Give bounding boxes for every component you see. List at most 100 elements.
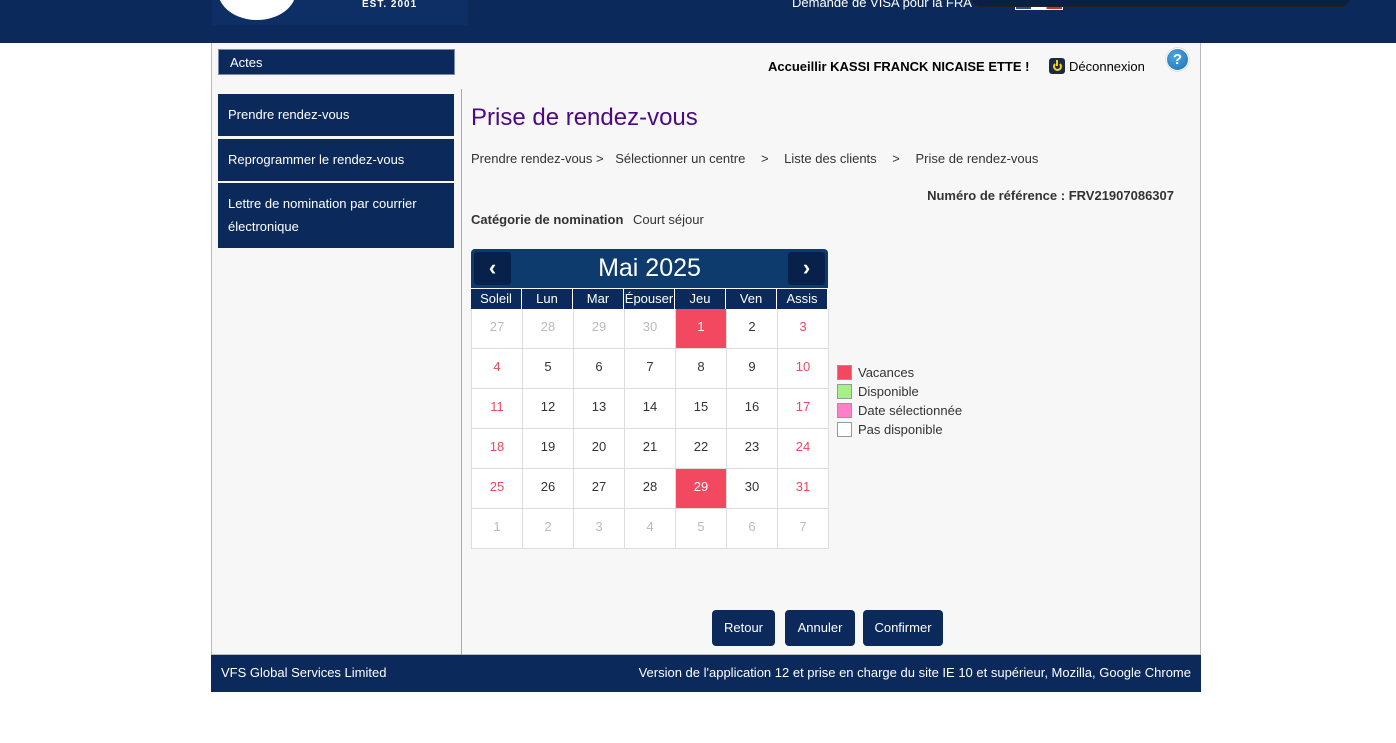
calendar-day[interactable]: 14	[625, 389, 676, 429]
breadcrumb-item-current: Prise de rendez-vous	[915, 151, 1039, 166]
legend-label: Date sélectionnée	[858, 403, 963, 418]
calendar-day[interactable]: 11	[472, 389, 523, 429]
calendar-day: 6	[727, 509, 778, 549]
browser-overlay-bar	[972, 0, 1350, 7]
calendar-day[interactable]: 16	[727, 389, 778, 429]
breadcrumb-item[interactable]: Sélectionner un centre	[615, 151, 745, 166]
weekday-label: Jeu	[675, 289, 726, 309]
breadcrumb-item[interactable]: Liste des clients	[784, 151, 877, 166]
calendar-day[interactable]: 19	[523, 429, 574, 469]
legend-swatch	[837, 422, 852, 437]
legend-item: Disponible	[837, 382, 962, 401]
footer: VFS Global Services Limited Version de l…	[211, 655, 1201, 692]
weekday-label: Mar	[573, 289, 624, 309]
breadcrumb: Prendre rendez-vous > Sélectionner un ce…	[471, 151, 1038, 166]
category-value: Court séjour	[633, 212, 704, 227]
calendar-day[interactable]: 21	[625, 429, 676, 469]
top-header: EST. 2001 Demande de VISA pour la FRA	[0, 0, 1396, 43]
calendar-day: 7	[778, 509, 829, 549]
breadcrumb-separator: >	[760, 151, 769, 166]
calendar-day[interactable]: 7	[625, 349, 676, 389]
breadcrumb-item[interactable]: Prendre rendez-vous >	[471, 151, 604, 166]
legend-swatch	[837, 384, 852, 399]
calendar-day[interactable]: 29	[676, 469, 727, 509]
calendar-day[interactable]: 30	[727, 469, 778, 509]
legend-item: Pas disponible	[837, 420, 962, 439]
category-row: Catégorie de nomination Court séjour	[471, 212, 704, 227]
calendar-day: 1	[472, 509, 523, 549]
calendar-day[interactable]: 24	[778, 429, 829, 469]
calendar-header: ‹ Mai 2025 ›	[471, 249, 828, 288]
calendar-day: 3	[574, 509, 625, 549]
weekday-label: Ven	[726, 289, 777, 309]
calendar-day[interactable]: 17	[778, 389, 829, 429]
calendar-day[interactable]: 22	[676, 429, 727, 469]
logout-link[interactable]: Déconnexion	[1069, 59, 1145, 74]
calendar-day: 5	[676, 509, 727, 549]
sidebar-item-book-appointment[interactable]: Prendre rendez-vous	[218, 94, 454, 136]
legend-swatch	[837, 403, 852, 418]
calendar-day[interactable]: 13	[574, 389, 625, 429]
calendar-day[interactable]: 27	[574, 469, 625, 509]
weekday-label: Soleil	[471, 289, 522, 309]
help-icon[interactable]: ?	[1166, 48, 1189, 71]
calendar-day[interactable]: 8	[676, 349, 727, 389]
calendar-day: 27	[472, 309, 523, 349]
calendar-day[interactable]: 5	[523, 349, 574, 389]
calendar-day[interactable]: 3	[778, 309, 829, 349]
legend-label: Vacances	[858, 365, 915, 380]
calendar-day[interactable]: 10	[778, 349, 829, 389]
calendar-day[interactable]: 20	[574, 429, 625, 469]
back-button[interactable]: Retour	[712, 610, 775, 646]
next-month-button[interactable]: ›	[788, 252, 825, 285]
calendar-day: 28	[523, 309, 574, 349]
calendar-day[interactable]: 2	[727, 309, 778, 349]
logo-emblem	[218, 0, 296, 20]
cancel-button[interactable]: Annuler	[785, 610, 855, 646]
calendar-day[interactable]: 6	[574, 349, 625, 389]
power-icon[interactable]	[1049, 58, 1065, 74]
calendar-day[interactable]: 23	[727, 429, 778, 469]
calendar-day: 2	[523, 509, 574, 549]
calendar-day[interactable]: 31	[778, 469, 829, 509]
legend-item: Vacances	[837, 363, 962, 382]
calendar-month-label: Mai 2025	[598, 254, 701, 282]
sidebar-heading: Actes	[218, 49, 455, 75]
legend-label: Disponible	[858, 384, 919, 399]
legend-label: Pas disponible	[858, 422, 943, 437]
calendar-legend: Vacances Disponible Date sélectionnée Pas d…	[837, 363, 962, 439]
main-frame: Actes Prendre rendez-vous Reprogrammer l…	[211, 43, 1201, 655]
sidebar-item-reschedule[interactable]: Reprogrammer le rendez-vous	[218, 139, 454, 181]
calendar-day: 29	[574, 309, 625, 349]
weekday-header: Soleil Lun Mar Épouser Jeu Ven Assis	[471, 289, 828, 309]
footer-version: Version de l'application 12 et prise en …	[638, 665, 1191, 680]
page-title: Prise de rendez-vous	[471, 104, 698, 131]
footer-company: VFS Global Services Limited	[221, 665, 387, 680]
weekday-label: Épouser	[624, 289, 675, 309]
calendar-day: 4	[625, 509, 676, 549]
calendar-day[interactable]: 9	[727, 349, 778, 389]
prev-month-button[interactable]: ‹	[474, 252, 511, 285]
calendar-day[interactable]: 15	[676, 389, 727, 429]
calendar-day[interactable]: 18	[472, 429, 523, 469]
calendar-day[interactable]: 26	[523, 469, 574, 509]
calendar-day[interactable]: 28	[625, 469, 676, 509]
confirm-button[interactable]: Confirmer	[863, 610, 943, 646]
sidebar-item-email-letter[interactable]: Lettre de nomination par courrier électr…	[218, 183, 454, 248]
welcome-text: Accueillir KASSI FRANCK NICAISE ETTE !	[768, 59, 1030, 74]
site-title: Demande de VISA pour la FRA	[792, 0, 972, 10]
weekday-label: Lun	[522, 289, 573, 309]
calendar-day[interactable]: 1	[676, 309, 727, 349]
weekday-label: Assis	[777, 289, 828, 309]
calendar-grid: 27 28 29 30 1 2 3 4 5 6 7 8 9 10 11 12 13 14 15 16 17 18 19 20 2…	[471, 309, 829, 549]
breadcrumb-separator: >	[892, 151, 900, 166]
category-label: Catégorie de nomination	[471, 212, 624, 227]
calendar: ‹ Mai 2025 › Soleil Lun Mar Épouser Jeu Ven As…	[471, 249, 829, 549]
legend-swatch	[837, 365, 852, 380]
calendar-day[interactable]: 25	[472, 469, 523, 509]
sidebar-divider	[461, 89, 462, 655]
calendar-day: 30	[625, 309, 676, 349]
logo: EST. 2001	[212, 0, 468, 25]
calendar-day[interactable]: 12	[523, 389, 574, 429]
calendar-day[interactable]: 4	[472, 349, 523, 389]
